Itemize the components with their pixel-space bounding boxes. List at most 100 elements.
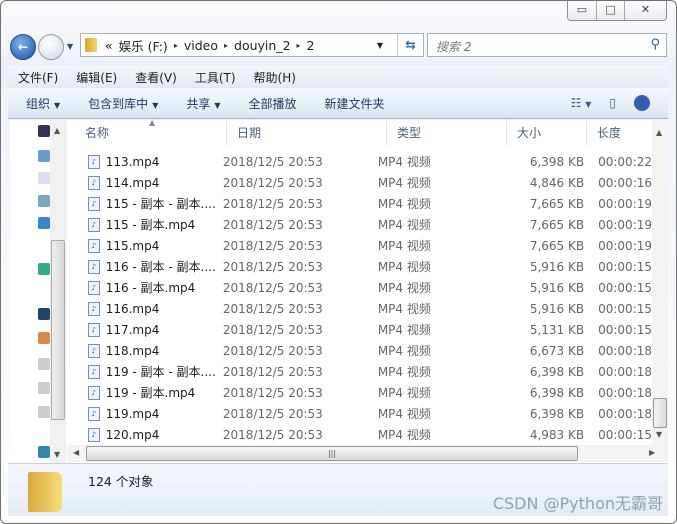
breadcrumb-separator-icon[interactable]: ▸ (297, 41, 301, 50)
menu-view[interactable]: 查看(V) (135, 69, 177, 86)
file-type: MP4 视频 (377, 407, 431, 421)
address-dropdown-icon[interactable]: ▼ (377, 41, 383, 50)
search-input[interactable]: 搜索 2 ⚲ (427, 33, 667, 57)
file-row[interactable]: ♪ 119.mp4 2018/12/5 20:53 MP4 视频 6,398 K… (67, 403, 652, 424)
video-file-icon: ♪ (88, 301, 100, 316)
file-row[interactable]: ♪ 120.mp4 2018/12/5 20:53 MP4 视频 4,983 K… (67, 424, 652, 445)
address-bar[interactable]: « 娱乐 (F:) ▸ video ▸ douyin_2 ▸ 2 ▼ ⇆ (80, 33, 424, 57)
network-icon[interactable] (38, 446, 50, 458)
menu-file[interactable]: 文件(F) (18, 69, 58, 86)
scroll-down-icon[interactable]: ▼ (656, 430, 662, 439)
menu-tools[interactable]: 工具(T) (195, 69, 236, 86)
breadcrumb-drive[interactable]: 娱乐 (F:) (119, 36, 168, 55)
column-size[interactable]: 大小 (507, 120, 587, 146)
file-date: 2018/12/5 20:53 (222, 427, 323, 442)
breadcrumb-douyin[interactable]: douyin_2 (234, 38, 291, 53)
file-type: MP4 视频 (377, 365, 431, 379)
scrollbar-thumb[interactable]: ||| (86, 446, 578, 461)
pictures-icon[interactable] (38, 150, 50, 162)
file-row[interactable]: ♪ 115.mp4 2018/12/5 20:53 MP4 视频 7,665 K… (67, 235, 652, 256)
documents-icon[interactable] (38, 172, 50, 184)
navigation-pane-scrollbar[interactable]: ▲ ▼ (50, 120, 66, 463)
file-name: 116.mp4 (105, 301, 160, 316)
scroll-left-icon[interactable]: ◀ (73, 448, 79, 457)
file-row[interactable]: ♪ 118.mp4 2018/12/5 20:53 MP4 视频 6,673 K… (67, 340, 652, 361)
share-button[interactable]: 共享 ▼ (186, 95, 220, 112)
file-row[interactable]: ♪ 116.mp4 2018/12/5 20:53 MP4 视频 5,916 K… (67, 298, 652, 319)
menu-help[interactable]: 帮助(H) (254, 69, 296, 86)
file-size: 4,846 KB (529, 175, 585, 190)
file-type: MP4 视频 (377, 197, 431, 211)
file-row[interactable]: ♪ 117.mp4 2018/12/5 20:53 MP4 视频 5,131 K… (67, 319, 652, 340)
homegroup-icon[interactable] (38, 263, 50, 275)
breadcrumb-current[interactable]: 2 (307, 38, 315, 53)
organize-button[interactable]: 组织 ▼ (26, 95, 60, 112)
preview-pane-icon[interactable]: ▯ (609, 96, 616, 110)
caret-down-icon: ▼ (152, 100, 159, 110)
scroll-right-icon[interactable]: ▶ (649, 448, 655, 457)
drive-c-icon[interactable] (38, 332, 50, 344)
breadcrumb-separator-icon[interactable]: ▸ (224, 41, 228, 50)
file-date: 2018/12/5 20:53 (222, 322, 323, 337)
file-list: ▲ 名称 日期 类型 大小 长度 ♪ 113.mp4 2018/12/5 20:… (67, 118, 652, 445)
command-bar: 组织 ▼ 包含到库中 ▼ 共享 ▼ 全部播放 新建文件夹 ☷ ▼ ▯ ? (8, 88, 668, 119)
file-name: 120.mp4 (105, 427, 160, 442)
maximize-button[interactable]: □ (596, 1, 624, 20)
video-file-icon: ♪ (88, 196, 100, 211)
file-name: 113.mp4 (105, 154, 160, 169)
recent-pages-dropdown[interactable]: ▼ (67, 42, 73, 51)
close-button[interactable]: ✕ (624, 1, 666, 20)
file-length: 00:00:15 (598, 280, 653, 295)
file-date: 2018/12/5 20:53 (222, 175, 323, 190)
scrollbar-thumb[interactable] (51, 240, 65, 420)
column-date[interactable]: 日期 (227, 120, 387, 146)
minimize-button[interactable]: ▭ (568, 1, 596, 20)
drive-icon[interactable] (38, 382, 50, 394)
help-icon[interactable]: ? (634, 95, 650, 111)
forward-button[interactable] (38, 34, 64, 60)
address-overflow[interactable]: « (105, 38, 113, 53)
refresh-icon[interactable]: ⇆ (397, 34, 423, 56)
menu-bar: 文件(F) 编辑(E) 查看(V) 工具(T) 帮助(H) (8, 66, 668, 88)
computer-icon[interactable] (38, 308, 50, 320)
scroll-down-icon[interactable]: ▼ (54, 450, 60, 459)
view-options-icon[interactable]: ☷ ▼ (571, 96, 592, 110)
column-name[interactable]: 名称 (67, 120, 227, 146)
drive-icon[interactable] (38, 358, 50, 370)
file-length: 00:00:22 (598, 154, 653, 169)
videos-icon[interactable] (38, 125, 50, 137)
file-list-horizontal-scrollbar[interactable]: ◀ ||| ▶ (67, 445, 668, 462)
file-length: 00:00:15 (598, 427, 653, 442)
scroll-up-icon[interactable]: ▲ (656, 128, 662, 137)
file-type: MP4 视频 (377, 239, 431, 253)
music-note-icon[interactable] (38, 217, 50, 229)
file-row[interactable]: ♪ 119 - 副本 - 副本.... 2018/12/5 20:53 MP4 … (67, 361, 652, 382)
file-row[interactable]: ♪ 115 - 副本 - 副本.... 2018/12/5 20:53 MP4 … (67, 193, 652, 214)
breadcrumb-video[interactable]: video (184, 38, 218, 53)
include-in-library-button[interactable]: 包含到库中 ▼ (88, 95, 158, 112)
breadcrumb-separator-icon[interactable]: ▸ (174, 41, 178, 50)
file-row[interactable]: ♪ 116 - 副本.mp4 2018/12/5 20:53 MP4 视频 5,… (67, 277, 652, 298)
file-row[interactable]: ♪ 113.mp4 2018/12/5 20:53 MP4 视频 6,398 K… (67, 151, 652, 172)
organize-label: 组织 (26, 96, 51, 111)
drive-icon[interactable] (38, 406, 50, 418)
folder-icon (85, 38, 97, 52)
menu-edit[interactable]: 编辑(E) (76, 69, 117, 86)
file-row[interactable]: ♪ 114.mp4 2018/12/5 20:53 MP4 视频 4,846 K… (67, 172, 652, 193)
new-folder-button[interactable]: 新建文件夹 (325, 95, 385, 112)
column-type[interactable]: 类型 (387, 120, 507, 146)
scroll-up-icon[interactable]: ▲ (54, 126, 60, 135)
file-row[interactable]: ♪ 116 - 副本 - 副本.... 2018/12/5 20:53 MP4 … (67, 256, 652, 277)
play-all-button[interactable]: 全部播放 (249, 95, 297, 112)
scrollbar-thumb[interactable] (653, 398, 667, 428)
back-button[interactable]: ← (10, 34, 36, 60)
video-file-icon: ♪ (88, 343, 100, 358)
file-length: 00:00:19 (598, 238, 653, 253)
music-icon[interactable] (38, 195, 50, 207)
file-row[interactable]: ♪ 119 - 副本.mp4 2018/12/5 20:53 MP4 视频 6,… (67, 382, 652, 403)
column-length[interactable]: 长度 (587, 120, 652, 146)
file-row[interactable]: ♪ 115 - 副本.mp4 2018/12/5 20:53 MP4 视频 7,… (67, 214, 652, 235)
search-icon[interactable]: ⚲ (650, 37, 660, 52)
file-length: 00:00:15 (598, 259, 653, 274)
file-list-vertical-scrollbar[interactable]: ▲ ▼ (652, 120, 668, 445)
